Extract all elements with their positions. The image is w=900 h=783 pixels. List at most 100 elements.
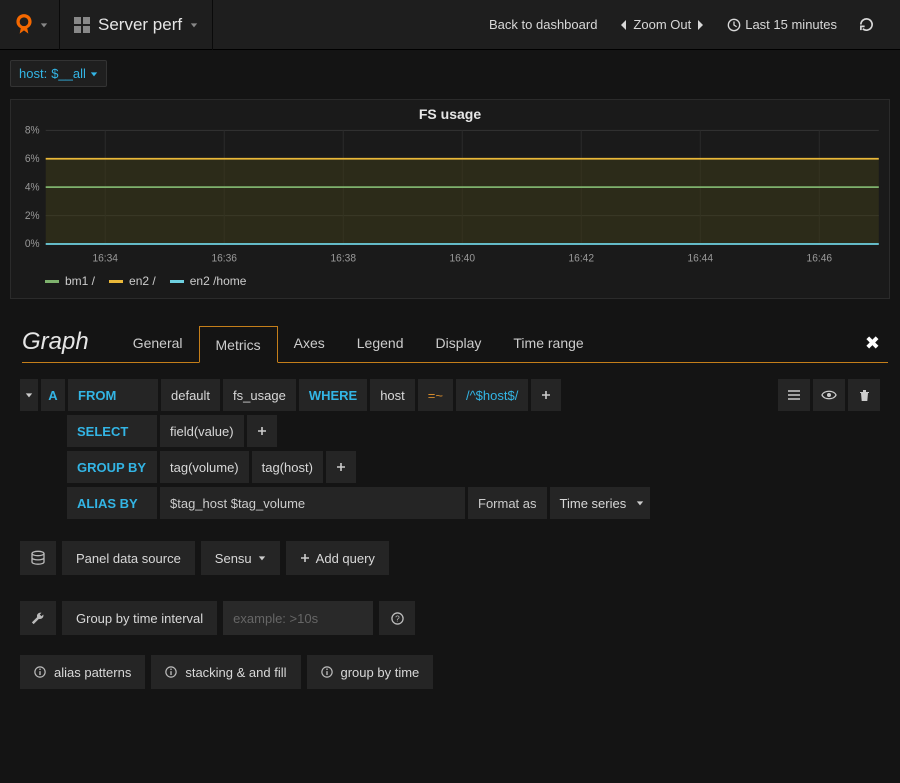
time-picker[interactable]: Last 15 minutes: [719, 11, 845, 38]
groupby-keyword: GROUP BY: [67, 451, 157, 483]
remove-query-button[interactable]: [848, 379, 880, 411]
plus-icon: [257, 426, 267, 436]
wrench-icon: [31, 611, 45, 625]
variable-label: host:: [19, 66, 47, 81]
measurement-segment[interactable]: fs_usage: [223, 379, 296, 411]
add-groupby-segment[interactable]: [326, 451, 356, 483]
tab-metrics[interactable]: Metrics: [199, 326, 278, 363]
format-as-dropdown[interactable]: Time series: [550, 487, 651, 519]
legend-item[interactable]: en2 /home: [170, 274, 247, 288]
datasource-label: Panel data source: [62, 541, 195, 575]
back-to-dashboard-link[interactable]: Back to dashboard: [481, 11, 605, 38]
clock-icon: [727, 18, 741, 32]
hamburger-icon: [787, 389, 801, 401]
tab-axes[interactable]: Axes: [278, 325, 341, 362]
caret-down-icon: [90, 70, 98, 78]
query-alias-row: ALIAS BY $tag_host $tag_volume Format as…: [20, 487, 880, 519]
svg-text:2%: 2%: [25, 210, 40, 222]
info-icon: [321, 666, 333, 678]
svg-text:8%: 8%: [25, 126, 40, 137]
datasource-icon-button[interactable]: [20, 541, 56, 575]
panel-title[interactable]: FS usage: [11, 100, 889, 126]
metrics-editor: A FROM default fs_usage WHERE host =~ /^…: [0, 363, 900, 709]
variable-value: $__all: [51, 66, 86, 81]
query-from-row: A FROM default fs_usage WHERE host =~ /^…: [20, 379, 880, 411]
panel-type-title: Graph: [22, 328, 89, 362]
trash-icon: [859, 389, 870, 402]
groupby-tag-host[interactable]: tag(host): [252, 451, 323, 483]
query-select-row: SELECT field(value): [20, 415, 880, 447]
interval-icon-button[interactable]: [20, 601, 56, 635]
help-alias-patterns[interactable]: alias patterns: [20, 655, 145, 689]
legend-swatch: [109, 280, 123, 283]
add-query-button[interactable]: Add query: [286, 541, 389, 575]
interval-help-button[interactable]: ?: [379, 601, 415, 635]
add-select-segment[interactable]: [247, 415, 277, 447]
svg-text:4%: 4%: [25, 181, 40, 193]
where-operator[interactable]: =~: [418, 379, 453, 411]
database-icon: [30, 550, 46, 566]
where-tag-value[interactable]: /^$host$/: [456, 379, 528, 411]
template-variables: host: $__all: [0, 50, 900, 91]
where-keyword: WHERE: [299, 379, 367, 411]
help-links-row: alias patterns stacking & and fill group…: [20, 655, 880, 689]
chart-legend: bm1 / en2 / en2 /home: [11, 268, 889, 298]
plus-icon: [300, 553, 310, 563]
svg-text:16:34: 16:34: [92, 252, 118, 264]
svg-text:6%: 6%: [25, 153, 40, 165]
svg-text:16:40: 16:40: [449, 252, 475, 264]
top-bar: Server perf Back to dashboard Zoom Out L…: [0, 0, 900, 50]
legend-item[interactable]: en2 /: [109, 274, 156, 288]
plus-icon: [336, 462, 346, 472]
caret-down-icon: [40, 21, 48, 29]
question-icon: ?: [391, 612, 404, 625]
refresh-icon: [859, 17, 874, 32]
query-menu-button[interactable]: [778, 379, 810, 411]
variable-host[interactable]: host: $__all: [10, 60, 107, 87]
help-stacking-fill[interactable]: stacking & and fill: [151, 655, 300, 689]
zoom-out-button[interactable]: Zoom Out: [611, 11, 713, 38]
grafana-icon: [11, 12, 37, 38]
dashboard-picker[interactable]: Server perf: [60, 0, 213, 50]
legend-swatch: [45, 280, 59, 283]
help-group-by-time[interactable]: group by time: [307, 655, 434, 689]
refresh-button[interactable]: [851, 11, 882, 38]
caret-down-icon: [636, 499, 644, 507]
interval-input[interactable]: [223, 601, 373, 635]
close-editor-button[interactable]: ✖: [857, 333, 888, 362]
query-letter[interactable]: A: [41, 379, 65, 411]
legend-label: en2 /home: [190, 274, 247, 288]
chevron-left-icon: [619, 19, 629, 31]
legend-label: bm1 /: [65, 274, 95, 288]
svg-text:16:38: 16:38: [330, 252, 356, 264]
add-where-segment[interactable]: [531, 379, 561, 411]
format-as-label: Format as: [468, 487, 547, 519]
retention-policy-segment[interactable]: default: [161, 379, 220, 411]
chart-area[interactable]: 0%2%4%6%8%16:3416:3616:3816:4016:4216:44…: [11, 126, 889, 268]
query-collapse-toggle[interactable]: [20, 379, 38, 411]
tab-display[interactable]: Display: [419, 325, 497, 362]
panel-editor-tabs: Graph GeneralMetricsAxesLegendDisplayTim…: [22, 321, 888, 363]
caret-down-icon: [258, 554, 266, 562]
grafana-logo[interactable]: [0, 0, 60, 50]
panels-icon: [74, 17, 90, 33]
interval-label: Group by time interval: [62, 601, 217, 635]
where-tag-key[interactable]: host: [370, 379, 415, 411]
query-groupby-row: GROUP BY tag(volume) tag(host): [20, 451, 880, 483]
tab-general[interactable]: General: [117, 325, 199, 362]
tab-time-range[interactable]: Time range: [497, 325, 599, 362]
svg-text:0%: 0%: [25, 238, 40, 250]
alias-input[interactable]: $tag_host $tag_volume: [160, 487, 465, 519]
svg-text:16:42: 16:42: [568, 252, 594, 264]
chevron-right-icon: [695, 19, 705, 31]
svg-text:16:44: 16:44: [688, 252, 714, 264]
graph-panel: FS usage 0%2%4%6%8%16:3416:3616:3816:401…: [10, 99, 890, 299]
select-keyword: SELECT: [67, 415, 157, 447]
groupby-tag-volume[interactable]: tag(volume): [160, 451, 249, 483]
tab-legend[interactable]: Legend: [341, 325, 420, 362]
top-right-controls: Back to dashboard Zoom Out Last 15 minut…: [481, 11, 900, 38]
select-field-segment[interactable]: field(value): [160, 415, 244, 447]
toggle-query-visibility[interactable]: [813, 379, 845, 411]
datasource-picker[interactable]: Sensu: [201, 541, 280, 575]
legend-item[interactable]: bm1 /: [45, 274, 95, 288]
